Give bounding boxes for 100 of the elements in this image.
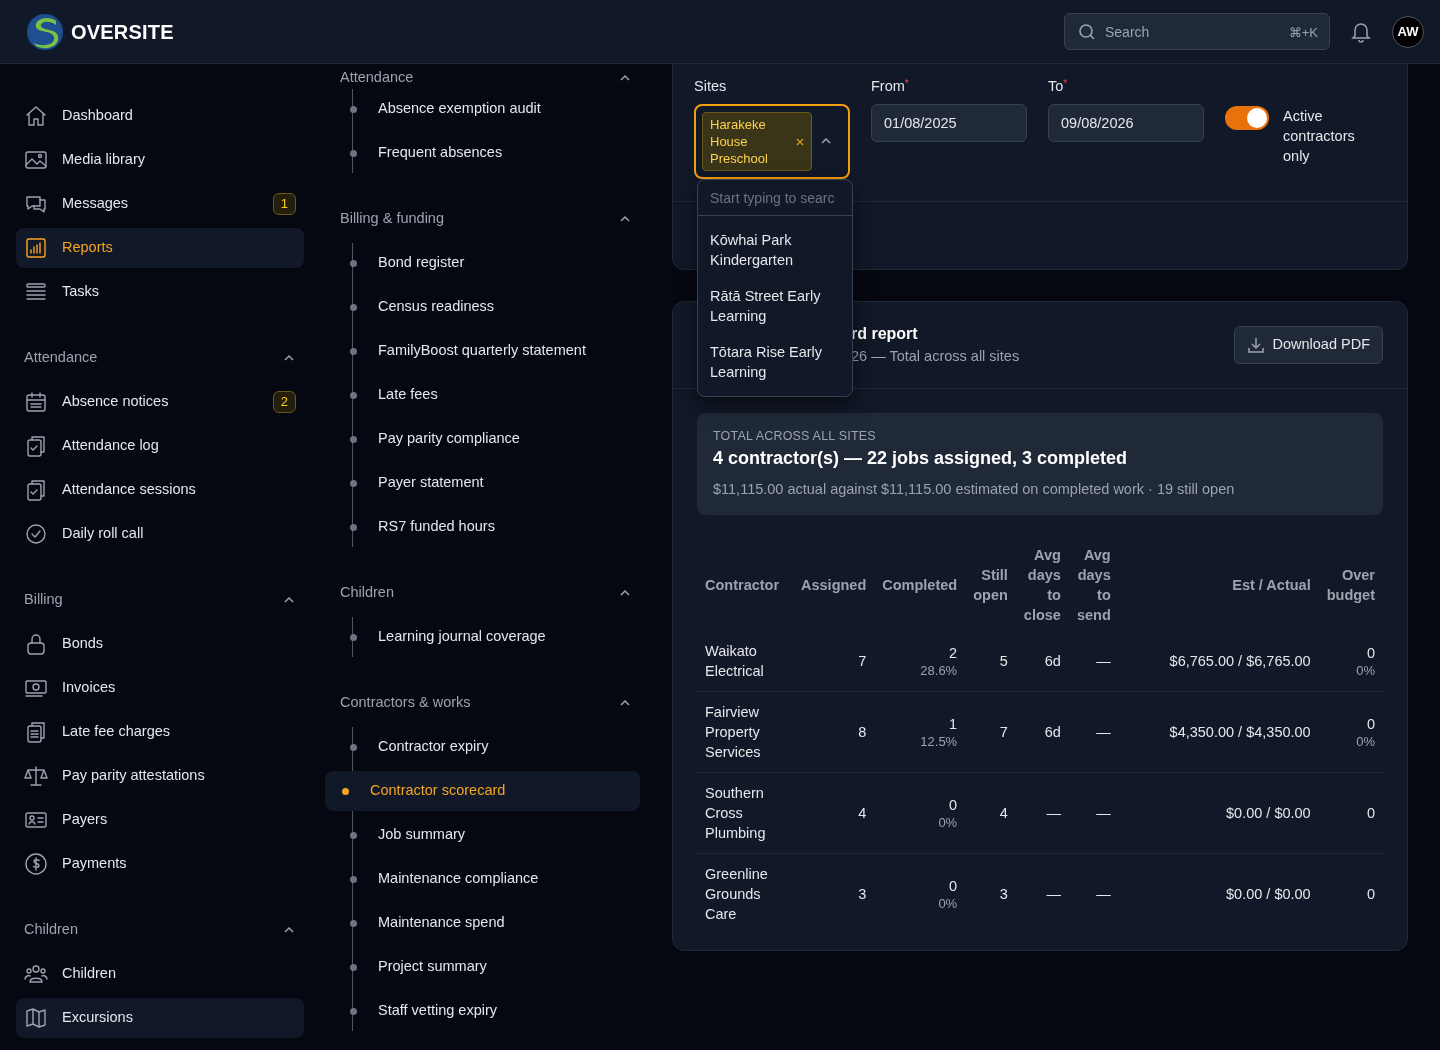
sidebar-item[interactable]: Messages 1 [16, 184, 304, 224]
sidebar-item[interactable]: Children [16, 954, 304, 994]
app-name: OVERSITE [71, 19, 174, 45]
table-cell: — [1068, 631, 1119, 692]
user-avatar[interactable]: AW [1392, 15, 1424, 48]
sidebar-item[interactable]: Absence notices 2 [16, 382, 304, 422]
date-field[interactable]: 09/08/2026 [1048, 103, 1204, 142]
report-link[interactable]: RS7 funded hours [329, 507, 640, 547]
table-cell: — [1068, 853, 1119, 934]
column-header: Completed [881, 576, 959, 595]
bullet-icon [350, 105, 357, 113]
table-cell: 0 0% [874, 853, 966, 934]
report-link[interactable]: Maintenance spend [329, 903, 640, 943]
table-cell: 8 [793, 691, 875, 773]
table-cell: 3 [965, 853, 1016, 934]
toggle-label: Active contractors only [1283, 107, 1356, 166]
clipboard-icon [24, 478, 48, 502]
sidebar-item[interactable]: Payments [16, 844, 304, 884]
table-cell: 0 0% [1318, 631, 1383, 692]
column-header: Assigned [800, 576, 868, 595]
sidebar-item[interactable]: Late fee charges [16, 712, 304, 752]
sidebar-item[interactable]: Daily roll call [16, 514, 304, 554]
section-header[interactable]: Children [332, 581, 640, 605]
table-cell: 0 [1318, 772, 1383, 854]
dropdown-option[interactable]: Kōwhai Park Kindergarten [698, 222, 852, 278]
bullet-icon [350, 303, 357, 311]
sites-select[interactable]: Harakeke House Preschool [694, 103, 850, 179]
report-link[interactable]: Frequent absences [329, 133, 640, 173]
report-link[interactable]: Maintenance compliance [329, 859, 640, 899]
bullet-icon [350, 391, 357, 399]
bullet-icon [350, 479, 357, 487]
sidebar-item[interactable]: Tasks [16, 272, 304, 312]
section-header[interactable]: Attendance [332, 66, 640, 90]
table-cell: 7 [965, 691, 1016, 773]
report-link[interactable]: Census readiness [329, 287, 640, 327]
table-cell: 4 [965, 772, 1016, 854]
clipboard-icon [24, 720, 48, 744]
date-field[interactable]: 01/08/2025 [871, 103, 1027, 142]
required-mark: * [904, 78, 909, 89]
dropdown-option[interactable]: Rātā Street Early Learning [698, 278, 852, 334]
report-link[interactable]: Staff vetting expiry [329, 991, 640, 1031]
sidebar-item[interactable]: Attendance log [16, 426, 304, 466]
table-cell: Southern Cross Plumbing [697, 772, 793, 854]
table-cell: — [1015, 853, 1069, 934]
bullet-icon [350, 831, 357, 839]
column-header: Still open [972, 566, 1009, 605]
search-field[interactable]: Start typing to searc [698, 180, 852, 216]
section-header[interactable]: Attendance [16, 346, 304, 370]
sidebar-item[interactable]: Attendance sessions [16, 470, 304, 510]
bullet-icon [350, 919, 357, 927]
bell-icon[interactable] [1351, 20, 1371, 43]
bullet-icon [350, 875, 357, 883]
table-cell: 4 [793, 772, 875, 854]
bullet-icon [350, 523, 357, 531]
sidebar-item[interactable]: Excursions [16, 998, 304, 1038]
report-link[interactable]: Job summary [329, 815, 640, 855]
column-header: Contractor [704, 576, 781, 595]
report-link[interactable]: Bond register [329, 243, 640, 283]
sidebar-item[interactable]: Bonds [16, 624, 304, 664]
report-link[interactable]: Contractor scorecard [325, 771, 640, 811]
report-link[interactable]: Payer statement [329, 463, 640, 503]
table-cell: 6d [1015, 631, 1069, 692]
sidebar-item[interactable]: Pay parity attestations [16, 756, 304, 796]
table-cell: $0.00 / $0.00 [1118, 772, 1319, 854]
sidebar-item[interactable]: Invoices [16, 668, 304, 708]
section-header[interactable]: Children [16, 918, 304, 942]
section-header[interactable]: Billing [16, 588, 304, 612]
table-cell: — [1068, 691, 1119, 773]
check-circle-icon [24, 522, 48, 546]
download-button[interactable]: Download PDF [1234, 325, 1383, 364]
report-link[interactable]: Late fees [329, 375, 640, 415]
report-link[interactable]: Absence exemption audit [329, 89, 640, 129]
report-link[interactable]: FamilyBoost quarterly statement [329, 331, 640, 371]
table-cell: — [1015, 772, 1069, 854]
bullet-icon [350, 347, 357, 355]
bullet-icon [350, 149, 357, 157]
dropdown-option[interactable]: Tōtara Rise Early Learning [698, 334, 852, 390]
logo-icon [26, 12, 64, 51]
sidebar-item[interactable]: Reports [16, 228, 304, 268]
section-header[interactable]: Billing & funding [332, 207, 640, 231]
bullet-icon [350, 259, 357, 267]
bullet-icon [350, 435, 357, 443]
bullet-icon [350, 1007, 357, 1015]
sidebar-item[interactable]: Dashboard [16, 96, 304, 136]
toggle-switch[interactable] [1225, 106, 1269, 130]
table-cell: $6,765.00 / $6,765.00 [1118, 631, 1319, 692]
bullet-icon [350, 633, 357, 641]
sidebar-item[interactable]: Media library [16, 140, 304, 180]
report-link[interactable]: Project summary [329, 947, 640, 987]
house-icon [24, 104, 48, 128]
report-link[interactable]: Learning journal coverage [329, 617, 640, 657]
report-link[interactable]: Contractor expiry [329, 727, 640, 767]
image-icon [24, 148, 48, 172]
table-cell: 0 0% [1318, 691, 1383, 773]
report-link[interactable]: Pay parity compliance [329, 419, 640, 459]
count-badge: 1 [272, 193, 296, 215]
sidebar-item[interactable]: Payers [16, 800, 304, 840]
section-header[interactable]: Contractors & works [332, 691, 640, 715]
download-icon [1247, 335, 1266, 354]
table-cell: Fairview Property Services [697, 691, 793, 773]
